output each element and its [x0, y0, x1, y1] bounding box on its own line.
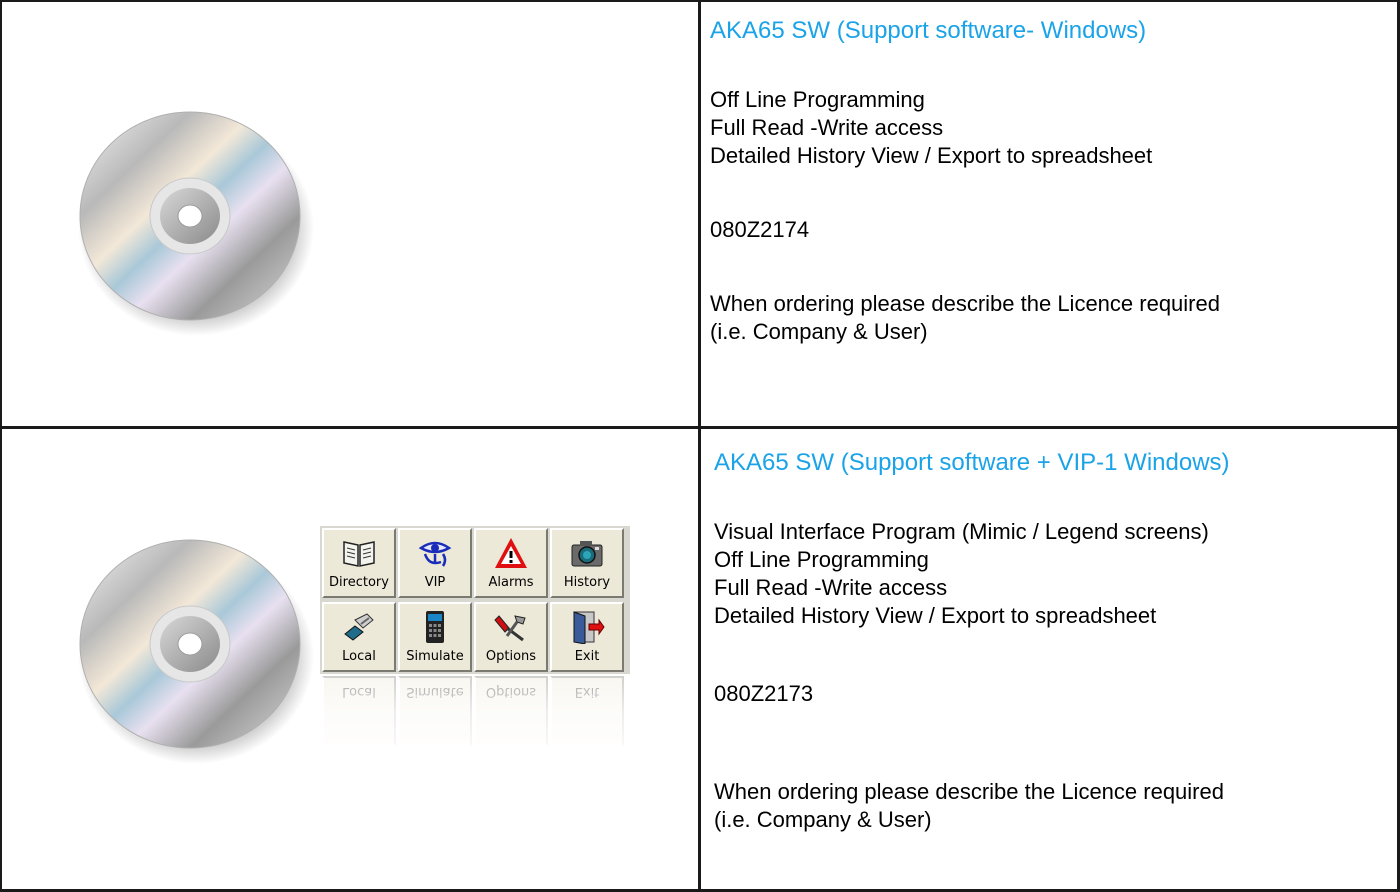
row2-feature: Detailed History View / Export to spread…	[714, 603, 1157, 628]
exit-label: Exit	[574, 649, 600, 664]
book-icon	[343, 541, 375, 567]
directory-label: Directory	[329, 575, 389, 590]
toolbar-grid: Directory VIP Alarms History Local Simul…	[320, 526, 630, 674]
directory-button[interactable]: Directory	[322, 528, 396, 598]
row2-title: AKA65 SW (Support software + VIP-1 Windo…	[714, 449, 1230, 476]
row1-part-number: 080Z2174	[710, 217, 810, 242]
vip-button[interactable]: VIP	[398, 528, 472, 598]
cd-disc-icon	[78, 111, 314, 336]
table-border-left	[0, 0, 2, 892]
alarms-button[interactable]: Alarms	[474, 528, 548, 598]
row1-feature: Full Read -Write access	[710, 115, 944, 140]
warning-icon	[495, 538, 527, 568]
cd-disc-icon	[78, 539, 314, 764]
simulate-label: Simulate	[406, 649, 464, 664]
simulate-button[interactable]: Simulate	[398, 602, 472, 672]
history-button[interactable]: History	[550, 528, 624, 598]
row1-order-note: When ordering please describe the Licenc…	[710, 291, 1220, 316]
toolbar-reflection: Local Simulate Options Exit	[320, 676, 630, 766]
row2-order-note-2: (i.e. Company & User)	[714, 807, 932, 832]
eye-icon	[418, 541, 452, 567]
row1-title: AKA65 SW (Support software- Windows)	[710, 17, 1147, 44]
row1-feature: Off Line Programming	[710, 87, 925, 112]
camera-icon	[571, 541, 603, 567]
row2-order-note: When ordering please describe the Licenc…	[714, 779, 1224, 804]
row2-feature: Full Read -Write access	[714, 575, 948, 600]
history-label: History	[563, 575, 611, 590]
product-table: AKA65 SW (Support software- Windows) Off…	[0, 0, 1400, 892]
keypad-icon	[426, 611, 444, 643]
phone-icon	[344, 613, 374, 641]
row1-text: AKA65 SW (Support software- Windows) Off…	[710, 16, 1220, 346]
local-label: Local	[342, 649, 376, 664]
exit-button[interactable]: Exit	[550, 602, 624, 672]
alarms-label: Alarms	[488, 575, 534, 590]
options-button[interactable]: Options	[474, 602, 548, 672]
local-button[interactable]: Local	[322, 602, 396, 672]
row2-feature: Visual Interface Program (Mimic / Legend…	[714, 519, 1209, 544]
reflection-fade	[320, 676, 630, 766]
tools-icon	[494, 615, 526, 642]
row2-text: AKA65 SW (Support software + VIP-1 Windo…	[714, 448, 1230, 834]
exit-door-icon	[573, 611, 605, 644]
row2-feature: Off Line Programming	[714, 547, 929, 572]
column-divider	[698, 0, 701, 892]
options-label: Options	[485, 649, 537, 664]
row2-part-number: 080Z2173	[714, 681, 814, 706]
row1-order-note-2: (i.e. Company & User)	[710, 319, 928, 344]
vip-label: VIP	[424, 575, 446, 590]
software-toolbar: Directory VIP Alarms History Local Simul…	[320, 526, 630, 766]
row1-feature: Detailed History View / Export to spread…	[710, 143, 1153, 168]
